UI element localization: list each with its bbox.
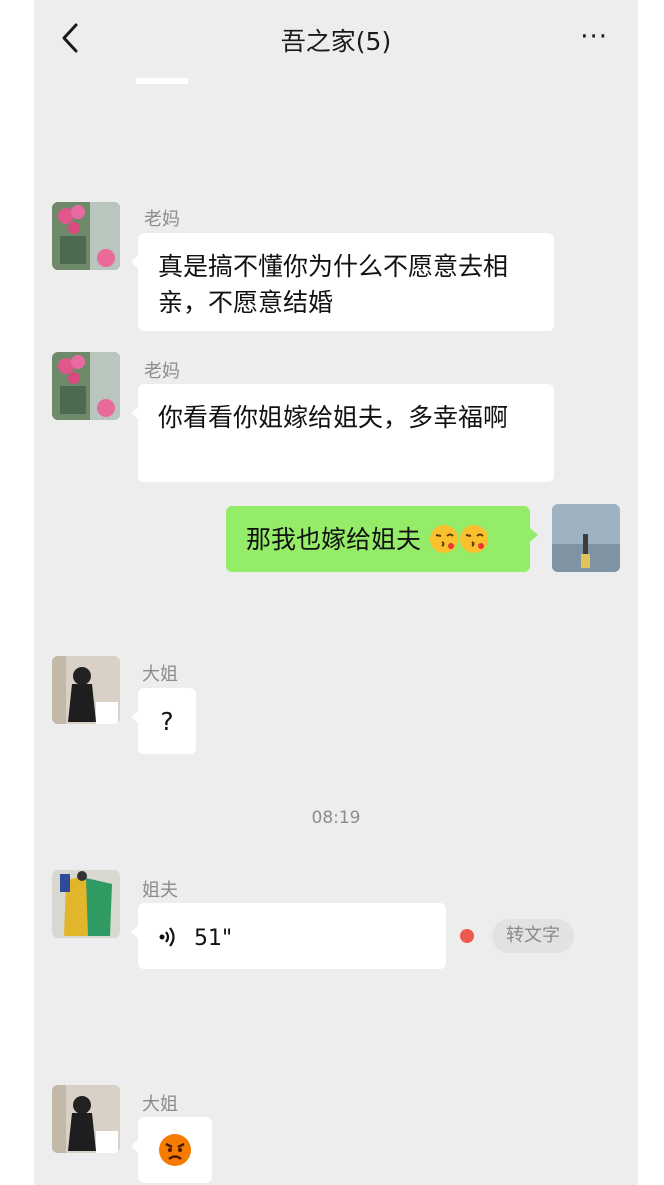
emoji-bubble[interactable] (131, 1117, 212, 1183)
message-text: 你看看你姐嫁给姐夫，多幸福啊 (158, 403, 509, 432)
angry-face-icon (159, 1134, 191, 1166)
avatar-brother-in-law[interactable] (52, 870, 120, 938)
convert-to-text-button[interactable]: 转文字 (492, 919, 574, 953)
avatar-sister[interactable] (52, 1085, 120, 1153)
avatar-self[interactable] (552, 504, 620, 572)
chat-title: 吾之家(5) (280, 27, 392, 56)
voice-wave-icon (159, 927, 175, 947)
message-text: ? (160, 707, 174, 736)
message-bubble-outgoing[interactable]: 那我也嫁给姐夫 (226, 506, 538, 572)
chat-header: 吾之家(5) ··· (34, 0, 638, 80)
kiss-emoji-icon (459, 525, 488, 553)
voice-duration: 51" (193, 926, 233, 951)
sender-name: 姐夫 (142, 880, 178, 901)
chat-screen: 吾之家(5) ··· 老妈 真是搞不懂你为什么不愿意去相亲，不愿意结婚 老妈 你… (34, 0, 638, 1185)
message-bubble[interactable]: 真是搞不懂你为什么不愿意去相亲，不愿意结婚 (131, 233, 554, 331)
message-bubble[interactable]: 你看看你姐嫁给姐夫，多幸福啊 (131, 384, 554, 482)
sender-name: 大姐 (142, 1094, 178, 1115)
sender-name: 老妈 (144, 361, 180, 382)
sender-name: 老妈 (144, 209, 180, 230)
avatar-sister[interactable] (52, 656, 120, 724)
timestamp: 08:19 (311, 808, 361, 828)
more-button[interactable]: ··· (580, 22, 608, 52)
avatar-mom[interactable] (52, 202, 120, 270)
previous-message-edge (136, 78, 188, 84)
sender-name: 大姐 (142, 664, 178, 685)
message-text: 真是搞不懂你为什么不愿意去相亲，不愿意结婚 (158, 252, 509, 317)
voice-message-bubble[interactable]: 51" (131, 903, 446, 969)
message-text: 那我也嫁给姐夫 (246, 525, 422, 554)
unread-dot (460, 929, 474, 943)
kiss-emoji-icon (429, 525, 458, 553)
avatar-mom[interactable] (52, 352, 120, 420)
message-bubble[interactable]: ? (131, 688, 196, 754)
